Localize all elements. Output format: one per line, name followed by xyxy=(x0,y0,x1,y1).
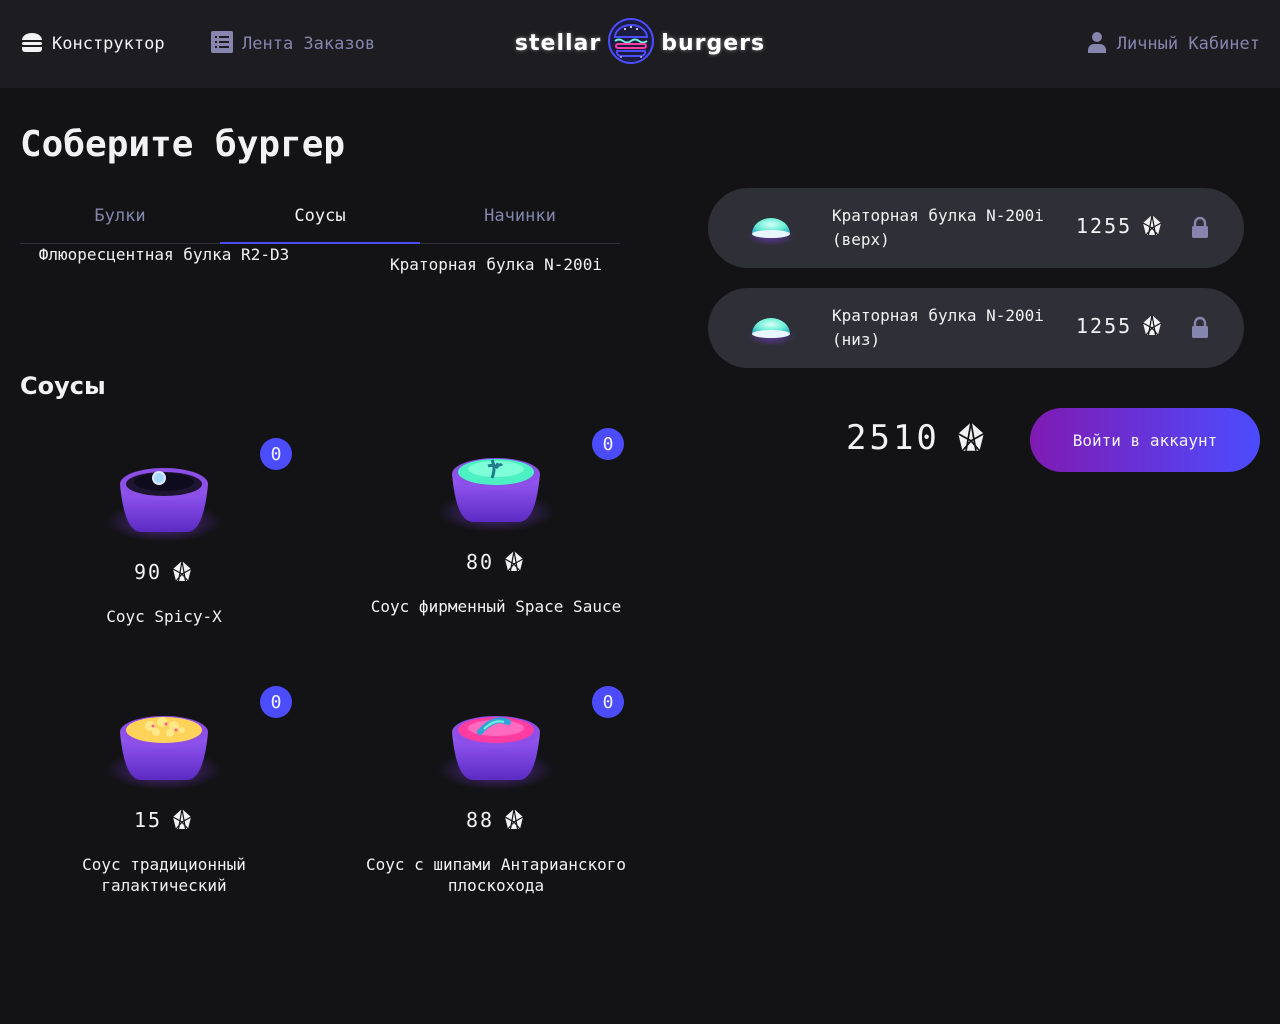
nav-feed-link[interactable]: Лента Заказов xyxy=(210,30,375,58)
tab-fillings[interactable]: Начинки xyxy=(420,196,620,243)
price-value: 1255 xyxy=(1076,314,1133,338)
ingredient-counter-badge: 0 xyxy=(260,686,292,718)
price-row: 90 xyxy=(28,560,300,584)
sauce-spicy-x-image xyxy=(104,444,224,544)
ingredient-name: Соус Spicy-X xyxy=(106,607,222,626)
tab-sauces[interactable]: Соусы xyxy=(220,196,420,244)
ingredient-card[interactable]: 0 80 Соус фирменный Space Sauce xyxy=(360,420,632,650)
ingredient-counter-badge: 0 xyxy=(592,686,624,718)
lock-icon xyxy=(1188,316,1212,340)
login-to-order-button[interactable]: Войти в аккаунт xyxy=(1030,408,1260,472)
order-total-value: 2510 xyxy=(846,418,940,458)
list-icon xyxy=(210,30,234,59)
lock-icon xyxy=(1188,216,1212,240)
ingredient-name: Соус фирменный Space Sauce xyxy=(370,597,622,616)
ingredient-counter-badge: 0 xyxy=(592,428,624,460)
nav-constructor-link[interactable]: Конструктор xyxy=(20,30,165,58)
ingredient-counter-badge: 0 xyxy=(260,438,292,470)
ingredient-card[interactable]: 0 88 Соус с шипами Антарианского плоскох… xyxy=(360,678,632,908)
nav-feed-label: Лента Заказов xyxy=(242,34,376,54)
constructor-element-bottom[interactable]: Краторная булка N-200i (низ) 1255 xyxy=(708,288,1244,368)
nav-profile-link[interactable]: Личный Кабинет xyxy=(1085,30,1260,58)
logo-text-left: stellar xyxy=(514,30,602,56)
ingredient-card[interactable]: 0 15 Соус традиционный галактический xyxy=(28,678,300,908)
price-row: 88 xyxy=(360,808,632,832)
tab-buns[interactable]: Булки xyxy=(20,196,220,243)
constructor-element-name: Краторная булка N-200i (верх) xyxy=(832,206,1044,249)
stellar-burgers-logo[interactable]: stellar burgers xyxy=(494,18,786,68)
bun-image xyxy=(746,208,796,248)
app-header: Конструктор Лента Заказов stellar burger… xyxy=(0,0,1280,88)
sauce-spikes-image xyxy=(436,692,556,792)
price-value: 80 xyxy=(465,550,495,574)
ingredient-name: Соус традиционный галактический xyxy=(82,855,246,895)
logo-text-right: burgers xyxy=(661,30,766,56)
constructor-element-top[interactable]: Краторная булка N-200i (верх) 1255 xyxy=(708,188,1244,268)
page-title: Соберите бургер xyxy=(20,124,346,165)
price-value: 88 xyxy=(465,808,495,832)
bun-card-name[interactable]: Краторная булка N-200i xyxy=(366,254,626,275)
currency-icon xyxy=(502,550,526,574)
burger-icon xyxy=(20,30,44,59)
ingredient-card[interactable]: 0 90 Соус Spicy-X xyxy=(28,430,300,660)
constructor-element-name: Краторная булка N-200i (низ) xyxy=(832,306,1044,349)
currency-icon xyxy=(170,560,194,584)
user-icon xyxy=(1085,30,1109,59)
price-value: 15 xyxy=(133,808,163,832)
order-total: 2510 xyxy=(846,418,988,458)
bun-card-name[interactable]: Флюоресцентная булка R2-D3 xyxy=(34,244,294,265)
currency-icon xyxy=(170,808,194,832)
currency-icon xyxy=(1140,314,1164,338)
bun-image xyxy=(746,308,796,348)
price-row: 80 xyxy=(360,550,632,574)
price-value: 90 xyxy=(133,560,163,584)
currency-icon xyxy=(502,808,526,832)
constructor-element-price: 1255 xyxy=(1076,314,1164,338)
currency-icon xyxy=(1140,214,1164,238)
sauce-galactic-image xyxy=(104,692,224,792)
price-value: 1255 xyxy=(1076,214,1133,238)
logo-burger-emblem-icon xyxy=(607,17,655,69)
nav-constructor-label: Конструктор xyxy=(52,34,165,54)
section-heading-sauces: Соусы xyxy=(20,372,106,400)
currency-icon xyxy=(954,421,988,455)
nav-profile-label: Личный Кабинет xyxy=(1116,34,1260,54)
ingredient-name: Соус с шипами Антарианского плоскохода xyxy=(365,855,627,895)
constructor-element-price: 1255 xyxy=(1076,214,1164,238)
price-row: 15 xyxy=(28,808,300,832)
sauce-space-image xyxy=(436,434,556,534)
ingredient-tabs: Булки Соусы Начинки xyxy=(20,196,620,244)
